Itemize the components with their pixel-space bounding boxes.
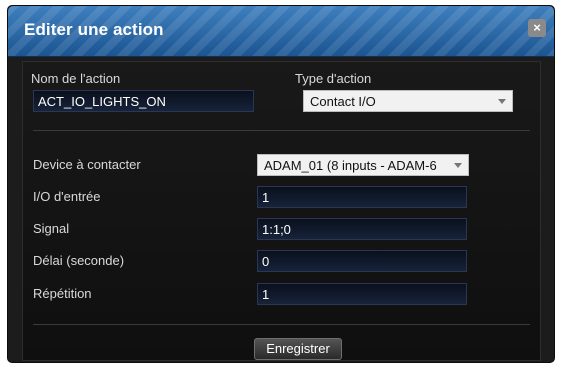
repeat-label: Répétition bbox=[33, 286, 92, 301]
action-name-input[interactable]: ACT_IO_LIGHTS_ON bbox=[33, 90, 254, 112]
signal-input[interactable]: 1:1;0 bbox=[257, 218, 467, 240]
divider-bottom bbox=[33, 324, 530, 325]
delay-input[interactable]: 0 bbox=[257, 250, 467, 272]
dialog-titlebar[interactable]: Editer une action × bbox=[8, 6, 554, 57]
divider-top bbox=[33, 130, 530, 131]
repeat-input[interactable]: 1 bbox=[257, 283, 467, 305]
device-value: ADAM_01 (8 inputs - ADAM-6 bbox=[264, 158, 437, 173]
signal-label: Signal bbox=[33, 221, 70, 236]
io-input[interactable]: 1 bbox=[257, 186, 467, 208]
chevron-down-icon bbox=[454, 163, 462, 168]
action-type-value: Contact I/O bbox=[310, 94, 376, 109]
action-type-select[interactable]: Contact I/O bbox=[303, 90, 513, 112]
dialog-title: Editer une action bbox=[24, 20, 164, 39]
close-icon[interactable]: × bbox=[528, 19, 546, 37]
io-label: I/O d'entrée bbox=[33, 189, 101, 204]
delay-label: Délai (seconde) bbox=[33, 253, 125, 268]
chevron-down-icon bbox=[498, 99, 506, 104]
action-name-label: Nom de l'action bbox=[31, 71, 121, 86]
edit-action-dialog: Editer une action × Nom de l'action ACT_… bbox=[7, 5, 555, 363]
action-type-label: Type d'action bbox=[295, 71, 372, 86]
form-panel: Nom de l'action ACT_IO_LIGHTS_ON Type d'… bbox=[22, 61, 541, 361]
device-label: Device à contacter bbox=[33, 157, 141, 172]
device-select[interactable]: ADAM_01 (8 inputs - ADAM-6 bbox=[257, 154, 469, 176]
save-button[interactable]: Enregistrer bbox=[254, 338, 342, 360]
